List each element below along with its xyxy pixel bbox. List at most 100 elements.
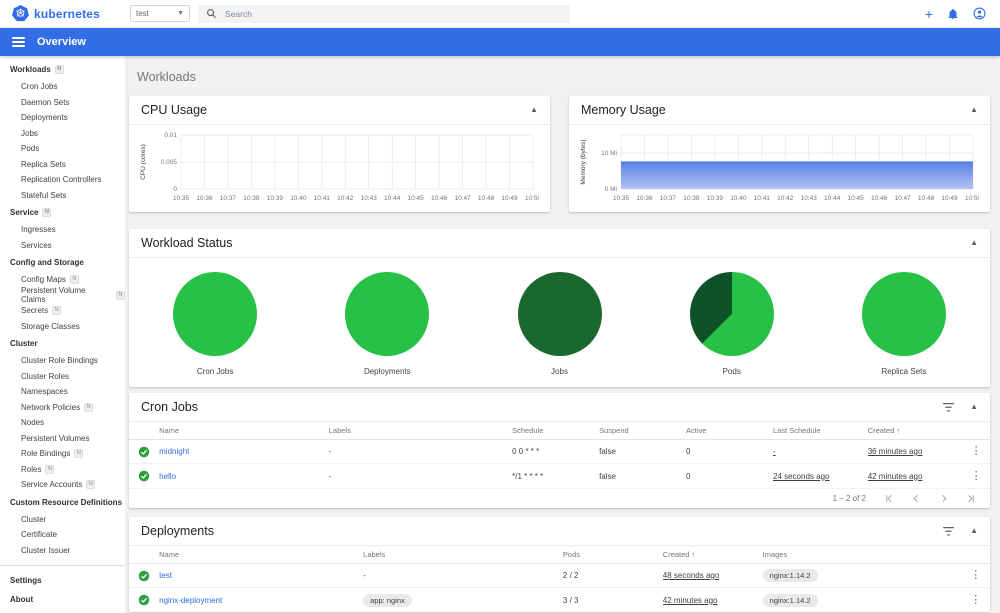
status-ok-icon (138, 594, 150, 606)
create-resource-button[interactable]: + (925, 7, 933, 21)
collapse-icon[interactable]: ▲ (970, 403, 978, 411)
column-header-schedule: Schedule (512, 426, 544, 435)
sidebar-section-cluster[interactable]: Cluster (0, 334, 125, 353)
deployment-row-nginx-deployment: nginx-deployment app: nginx 3 / 3 42 minute… (129, 588, 990, 612)
svg-text:10:43: 10:43 (361, 195, 378, 202)
workload-status-jobs: Jobs (473, 272, 645, 376)
sidebar-item-cron-jobs[interactable]: Cron Jobs (0, 79, 125, 95)
chevron-down-icon: ▼ (177, 10, 184, 17)
sidebar-section-service[interactable]: Service N (0, 203, 125, 222)
sidebar-item-services[interactable]: Services (0, 238, 125, 254)
sidebar-item-pods[interactable]: Pods (0, 141, 125, 157)
sidebar-section-workloads[interactable]: Workloads N (0, 60, 125, 79)
svg-text:10:35: 10:35 (613, 195, 630, 202)
sidebar-item-network-policies[interactable]: Network Policies N (0, 400, 125, 416)
sidebar-item-secrets[interactable]: Secrets N (0, 303, 125, 319)
previous-page-icon[interactable] (911, 493, 922, 504)
svg-text:Memory (bytes): Memory (bytes) (580, 139, 587, 184)
image-chip: nginx:1.14.2 (762, 593, 818, 607)
svg-text:10:40: 10:40 (730, 195, 747, 202)
deployment-link-test[interactable]: test (159, 571, 172, 580)
first-page-icon[interactable] (884, 493, 895, 504)
sidebar-item-settings[interactable]: Settings (0, 571, 125, 590)
pie-chart-deployments (345, 272, 430, 356)
sidebar-item-storage-classes[interactable]: Storage Classes (0, 319, 125, 335)
collapse-icon[interactable]: ▲ (530, 106, 538, 114)
sidebar-divider (0, 565, 125, 566)
svg-text:10:38: 10:38 (683, 195, 700, 202)
filter-icon[interactable] (943, 526, 954, 536)
workload-status-replica-sets: Replica Sets (818, 272, 990, 376)
pie-label: Cron Jobs (196, 367, 234, 376)
created-value: 42 minutes ago (867, 471, 923, 481)
sidebar-item-persistent-volume-claims[interactable]: Persistent Volume Claims N (0, 286, 125, 304)
search-bar[interactable] (198, 4, 570, 23)
memory-usage-title: Memory Usage (581, 103, 666, 117)
sidebar-section-config-and-storage[interactable]: Config and Storage (0, 253, 125, 272)
svg-text:0.005: 0.005 (161, 159, 178, 166)
sidebar-item-ingresses[interactable]: Ingresses (0, 222, 125, 238)
sidebar-item-deployments[interactable]: Deployments (0, 110, 125, 126)
cron-job-link-hello[interactable]: hello (159, 472, 176, 481)
last-page-icon[interactable] (965, 493, 976, 504)
bell-icon (947, 8, 959, 20)
sidebar-item-config-maps[interactable]: Config Maps N (0, 272, 125, 288)
user-icon (973, 7, 986, 20)
row-actions-icon[interactable]: ⋮ (970, 595, 981, 606)
sidebar-item-stateful-sets[interactable]: Stateful Sets (0, 188, 125, 204)
collapse-icon[interactable]: ▲ (970, 527, 978, 535)
collapse-icon[interactable]: ▲ (970, 106, 978, 114)
sidebar-item-cluster-roles[interactable]: Cluster Roles (0, 369, 125, 385)
workload-status-pies: Cron Jobs Deployments Jobs Pods Replica Sets (129, 258, 990, 376)
sidebar-item-jobs[interactable]: Jobs (0, 126, 125, 142)
deployment-row-test: test -2 / 2 48 seconds ago nginx:1.14.2 ⋮ (129, 564, 990, 588)
sidebar-item-roles[interactable]: Roles N (0, 462, 125, 478)
sidebar-item-cluster-issuer[interactable]: Cluster Issuer (0, 543, 125, 559)
sidebar-item-cluster-role-bindings[interactable]: Cluster Role Bindings (0, 353, 125, 369)
created-value: 36 minutes ago (867, 447, 923, 456)
deployments-table-header: Name Labels Pods Created ↑ Images (129, 546, 990, 564)
filter-icon[interactable] (943, 402, 954, 412)
sidebar: Workloads N Cron Jobs Daemon Sets Deployment… (0, 56, 125, 613)
collapse-icon[interactable]: ▲ (970, 239, 978, 247)
svg-text:10:42: 10:42 (337, 195, 354, 202)
usage-charts-row: CPU Usage ▲ 0 0.005 0.01 10:35 10:36 10:37 10:… (129, 96, 990, 212)
status-ok-icon (138, 570, 150, 582)
sidebar-item-namespaces[interactable]: Namespaces (0, 384, 125, 400)
sidebar-item-replication-controllers[interactable]: Replication Controllers (0, 172, 125, 188)
sidebar-item-replica-sets[interactable]: Replica Sets (0, 157, 125, 173)
sidebar-item-daemon-sets[interactable]: Daemon Sets (0, 95, 125, 111)
search-input[interactable] (225, 8, 562, 19)
notifications-button[interactable] (947, 8, 959, 20)
menu-icon[interactable] (12, 36, 25, 48)
cpu-usage-title: CPU Usage (141, 103, 207, 117)
cron-job-row-hello: hello - */1 * * * * false 0 24 seconds ago 42 … (129, 464, 990, 488)
next-page-icon[interactable] (938, 493, 949, 504)
pie-label: Deployments (363, 367, 411, 376)
column-header-created[interactable]: Created ↑ (663, 550, 763, 559)
cron-job-link-midnight[interactable]: midnight (159, 447, 189, 456)
pie-chart-replica-sets (861, 272, 946, 356)
column-header-name[interactable]: Name (159, 426, 329, 435)
label-chip: app: nginx (363, 593, 412, 607)
column-header-created[interactable]: Created ↑ (868, 426, 963, 435)
sidebar-item-certificate[interactable]: Certificate (0, 527, 125, 543)
sidebar-item-about[interactable]: About (0, 590, 125, 609)
sort-asc-icon: ↑ (896, 426, 901, 435)
deployment-link-nginx-deployment[interactable]: nginx-deployment (159, 596, 222, 605)
sidebar-section-custom-resource-definitions[interactable]: Custom Resource Definitions (0, 493, 125, 512)
user-menu-button[interactable] (973, 7, 986, 20)
sidebar-item-service-accounts[interactable]: Service Accounts N (0, 477, 125, 493)
row-actions-icon[interactable]: ⋮ (971, 471, 982, 482)
sidebar-item-nodes[interactable]: Nodes (0, 415, 125, 431)
row-actions-icon[interactable]: ⋮ (971, 446, 982, 457)
namespaced-badge: N (52, 306, 62, 316)
sidebar-item-persistent-volumes[interactable]: Persistent Volumes (0, 431, 125, 447)
kubernetes-logo[interactable]: kubernetes (0, 5, 125, 22)
column-header-name[interactable]: Name (159, 550, 363, 559)
namespace-selector[interactable]: test ▼ (130, 5, 190, 22)
sidebar-item-role-bindings[interactable]: Role Bindings N (0, 446, 125, 462)
status-ok-icon (138, 470, 150, 482)
sidebar-item-cluster[interactable]: Cluster (0, 512, 125, 528)
row-actions-icon[interactable]: ⋮ (970, 570, 981, 581)
